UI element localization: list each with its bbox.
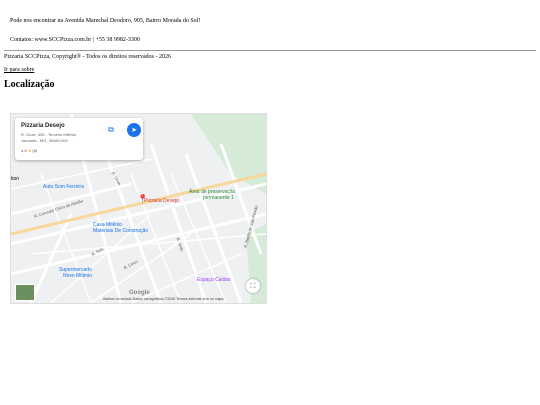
map-label-tion: tion (11, 176, 20, 182)
place-name: Pizzaria Desejo (21, 123, 65, 129)
place-address-line1: R. Onze, 405 - Terceiro Milênio, (21, 132, 78, 137)
copyright-text: Pizzaria SCCPizza, Copyright® - Todos os… (4, 54, 172, 60)
map-label-casa2: Materiais De Construção (93, 228, 149, 234)
map-label-espaco: Espaço Caldas (197, 277, 231, 283)
satellite-thumbnail[interactable] (15, 284, 35, 301)
footer-divider (4, 50, 536, 51)
google-logo: Google (129, 290, 150, 296)
place-rating: 4.5 ★ (6) (21, 148, 37, 153)
external-link-icon[interactable]: ⧉ (104, 123, 118, 137)
fullscreen-icon[interactable]: ⛶ (246, 279, 260, 293)
embedded-map[interactable]: Pizzaria Desejo R. Onze, 405 - Terceiro … (10, 113, 267, 304)
map-label-preservacao2: permanente 1 (203, 195, 234, 201)
about-link[interactable]: Ir para sobre (4, 66, 540, 74)
footer-contact: Pode nos encontrar na Avenida Marechal D… (0, 0, 540, 44)
map-label-pizzaria: Pizzaria Desejo (144, 198, 179, 204)
map-label-auto-som: Auto Som Ferreira (43, 184, 84, 190)
rating-count: (6) (32, 148, 38, 153)
directions-icon[interactable]: ➤ (127, 123, 141, 137)
footer-address: Pode nos encontrar na Avenida Marechal D… (10, 18, 201, 24)
place-address-line2: Januária - MG, 39480-000 (21, 138, 68, 143)
footer-contacts: Contatos: www.SCCPizza.com.br | +55 38 9… (10, 37, 140, 43)
map-label-mercado2: Novo Milênio (63, 273, 92, 279)
place-card: Pizzaria Desejo R. Onze, 405 - Terceiro … (15, 118, 143, 160)
map-attribution: Atalhos do teclado Dados cartográficos ©… (103, 297, 224, 301)
star-icon: ★ (27, 148, 32, 153)
rating-value: 4.5 (21, 148, 27, 153)
location-pin-icon[interactable]: 📍 (137, 194, 148, 205)
location-heading: Localização (4, 79, 55, 90)
